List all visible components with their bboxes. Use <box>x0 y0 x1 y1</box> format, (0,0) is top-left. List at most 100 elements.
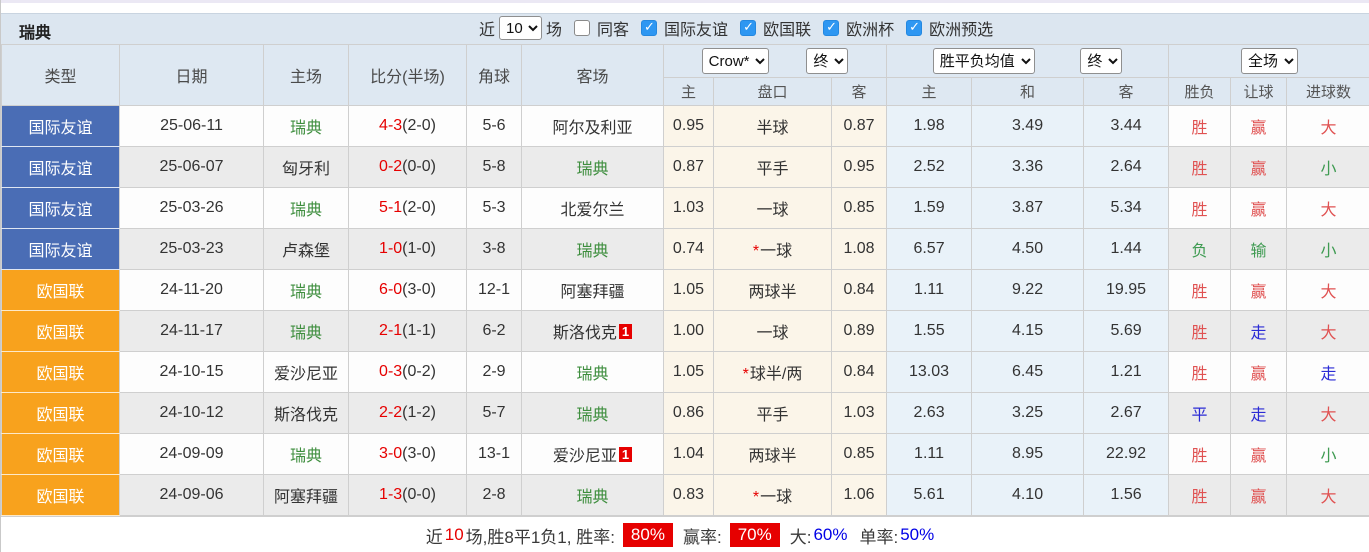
cell-handicap-result: 赢 <box>1230 146 1288 188</box>
cell-ah-home: 0.74 <box>663 228 714 270</box>
sub-header-handicap: 盘口 <box>713 77 832 106</box>
bookmaker-select[interactable]: Crow* <box>701 48 769 74</box>
cell-goals-result: 大 <box>1286 310 1369 352</box>
cell-corner: 5-3 <box>466 187 522 229</box>
cell-ah-away: 0.85 <box>830 187 888 229</box>
cell-ah-home: 0.95 <box>663 105 714 147</box>
col-header-corner: 角球 <box>466 44 522 106</box>
big-rate-label: 大: <box>789 527 812 547</box>
cell-handicap: 两球半 <box>713 433 832 475</box>
euro-cup-checkbox[interactable] <box>823 19 840 36</box>
handicap-rate-label: 赢率: <box>682 527 722 547</box>
cell-goals-result: 小 <box>1286 146 1369 188</box>
friendly-checkbox[interactable] <box>641 19 658 36</box>
same-away-checkbox[interactable] <box>574 20 591 36</box>
col-header-date: 日期 <box>119 44 264 106</box>
cell-ah-away: 0.95 <box>830 146 888 188</box>
cell-corner: 13-1 <box>466 433 522 475</box>
cell-handicap-result: 输 <box>1230 228 1288 270</box>
cell-handicap-result: 走 <box>1230 392 1288 434</box>
cell-odds-home: 13.03 <box>886 351 973 393</box>
cell-home-team: 阿塞拜疆 <box>263 474 349 516</box>
single-rate-label: 单率: <box>859 527 899 547</box>
cell-ah-home: 1.05 <box>663 351 714 393</box>
sub-header-goals: 进球数 <box>1286 77 1369 106</box>
cell-odds-home: 1.11 <box>886 269 973 311</box>
cell-score: 0-2(0-0) <box>348 146 467 188</box>
handicap-time-select[interactable]: 终 <box>806 48 849 74</box>
cell-odds-away: 5.34 <box>1083 187 1170 229</box>
big-rate-value: 60% <box>813 525 848 544</box>
cell-result: 胜 <box>1168 351 1232 393</box>
cell-date: 24-10-15 <box>119 351 264 393</box>
cell-date: 24-09-06 <box>119 474 264 516</box>
cell-result: 负 <box>1168 228 1232 270</box>
toolbar: 瑞典 近 10 场 同客 国际友谊 欧国联 欧洲杯 欧洲预选 <box>1 13 1369 44</box>
cell-goals-result: 大 <box>1286 269 1369 311</box>
euro-cup-label: 欧洲杯 <box>846 22 895 39</box>
cell-goals-result: 小 <box>1286 433 1369 475</box>
cell-corner: 6-2 <box>466 310 522 352</box>
sub-header-ah-home: 主 <box>663 77 714 106</box>
cell-date: 24-11-20 <box>119 269 264 311</box>
cell-odds-away: 1.56 <box>1083 474 1170 516</box>
footer-summary: 场,胜8平1负1, 胜率: <box>465 527 615 547</box>
avg-odds-select-group: 胜平负均值 终 <box>886 44 1170 78</box>
table-row: 国际友谊 25-03-26 瑞典 5-1(2-0) 5-3 北爱尔兰 1.03 一球 0.85 1… <box>1 187 1369 229</box>
avg-odds-select[interactable]: 胜平负均值 <box>932 48 1035 74</box>
scope-select[interactable]: 全场 <box>1241 48 1299 74</box>
cell-competition: 国际友谊 <box>1 146 120 188</box>
table-row: 欧国联 24-09-06 阿塞拜疆 1-3(0-0) 2-8 瑞典 0.83 *一球 1.06 5… <box>1 474 1369 516</box>
cell-odds-home: 2.63 <box>886 392 973 434</box>
col-header-type: 类型 <box>1 44 120 106</box>
cell-odds-draw: 3.87 <box>971 187 1085 229</box>
cell-ah-away: 0.89 <box>830 310 888 352</box>
cell-goals-result: 大 <box>1286 474 1369 516</box>
cell-handicap: *球半/两 <box>713 351 832 393</box>
match-table: 类型 日期 主场 比分(半场) 角球 客场 Crow* 终 胜平负均值 终 全场… <box>1 44 1369 516</box>
cell-odds-home: 2.52 <box>886 146 973 188</box>
cell-handicap-result: 赢 <box>1230 187 1288 229</box>
cell-handicap-result: 赢 <box>1230 351 1288 393</box>
match-table-body: 国际友谊 25-06-11 瑞典 4-3(2-0) 5-6 阿尔及利亚 0.95 半球 0.87… <box>1 105 1369 516</box>
cell-home-team: 匈牙利 <box>263 146 349 188</box>
cell-away-team: 瑞典 <box>521 474 664 516</box>
cell-odds-home: 1.59 <box>886 187 973 229</box>
cell-ah-home: 0.83 <box>663 474 714 516</box>
cell-away-team: 爱沙尼亚 1 <box>521 433 664 475</box>
cell-odds-draw: 8.95 <box>971 433 1085 475</box>
cell-goals-result: 大 <box>1286 187 1369 229</box>
cell-odds-away: 1.21 <box>1083 351 1170 393</box>
euro-qualifier-checkbox[interactable] <box>906 19 923 36</box>
table-row: 欧国联 24-09-09 瑞典 3-0(3-0) 13-1 爱沙尼亚 1 1.04 两球半 0.8… <box>1 433 1369 475</box>
win-rate-badge: 80% <box>622 523 673 547</box>
cell-competition: 欧国联 <box>1 269 120 311</box>
cell-ah-home: 0.87 <box>663 146 714 188</box>
cell-ah-away: 0.84 <box>830 269 888 311</box>
cell-score: 6-0(3-0) <box>348 269 467 311</box>
cell-ah-away: 0.84 <box>830 351 888 393</box>
cell-odds-draw: 4.10 <box>971 474 1085 516</box>
sub-header-handicap-result: 让球 <box>1230 77 1288 106</box>
cell-odds-home: 1.55 <box>886 310 973 352</box>
cell-corner: 5-7 <box>466 392 522 434</box>
red-card-badge: 1 <box>618 447 633 462</box>
cell-competition: 欧国联 <box>1 351 120 393</box>
cell-competition: 欧国联 <box>1 310 120 352</box>
cell-competition: 欧国联 <box>1 392 120 434</box>
table-row: 欧国联 24-11-20 瑞典 6-0(3-0) 12-1 阿塞拜疆 1.05 两球半 0.84… <box>1 269 1369 311</box>
cell-corner: 3-8 <box>466 228 522 270</box>
cell-date: 24-11-17 <box>119 310 264 352</box>
nations-league-checkbox[interactable] <box>740 19 757 36</box>
cell-date: 24-09-09 <box>119 433 264 475</box>
cell-result: 胜 <box>1168 146 1232 188</box>
cell-ah-away: 0.87 <box>830 105 888 147</box>
cell-competition: 国际友谊 <box>1 187 120 229</box>
cell-score: 2-1(1-1) <box>348 310 467 352</box>
cell-away-team: 阿尔及利亚 <box>521 105 664 147</box>
cell-odds-draw: 6.45 <box>971 351 1085 393</box>
cell-goals-result: 大 <box>1286 105 1369 147</box>
cell-handicap: *一球 <box>713 228 832 270</box>
recent-count-select[interactable]: 10 <box>499 16 543 40</box>
avg-time-select[interactable]: 终 <box>1080 48 1123 74</box>
